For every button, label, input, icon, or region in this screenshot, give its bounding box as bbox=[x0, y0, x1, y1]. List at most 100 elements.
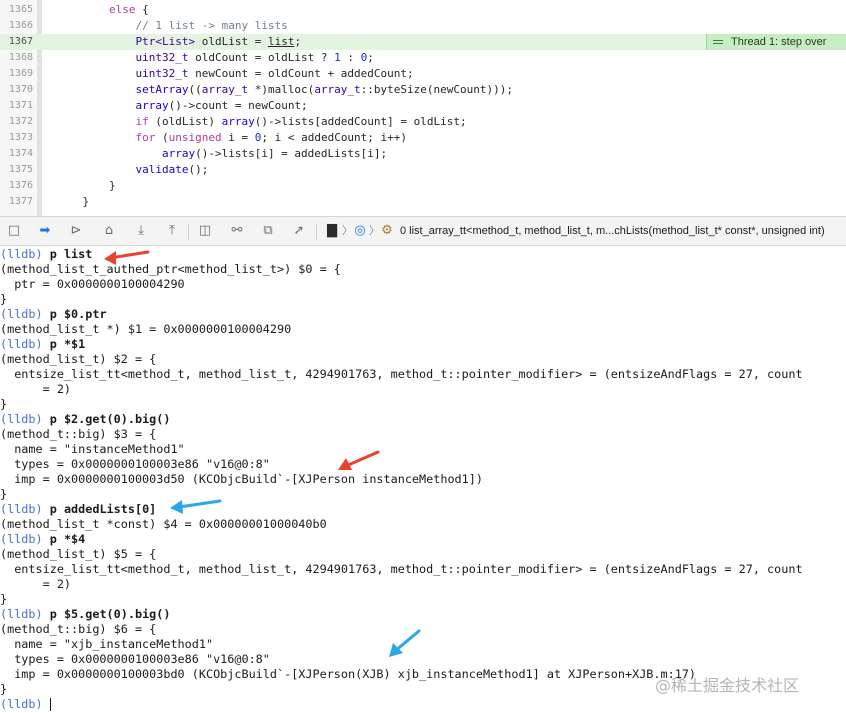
line-number[interactable]: 1372 bbox=[0, 114, 33, 130]
output-text: = 2) bbox=[0, 577, 72, 591]
code-token: (( bbox=[188, 83, 202, 96]
output-text: entsize_list_tt<method_t, method_list_t,… bbox=[0, 562, 803, 576]
output-text: } bbox=[0, 397, 8, 411]
code-token: newCount = oldCount + addedCount; bbox=[188, 67, 414, 80]
line-number[interactable]: 1376 bbox=[0, 178, 33, 194]
output-text: } bbox=[0, 592, 8, 606]
code-token: // 1 list -> many lists bbox=[135, 19, 288, 32]
memory-graph-icon[interactable]: ⚯ bbox=[228, 222, 246, 240]
output-text: entsize_list_tt<method_t, method_list_t,… bbox=[0, 367, 803, 381]
console-output-line: = 2) bbox=[0, 382, 71, 397]
continue-icon[interactable]: ⊳ bbox=[67, 222, 85, 240]
output-text: (method_list_t) $5 = { bbox=[0, 547, 157, 561]
code-text: uint32_t newCount = oldCount + addedCoun… bbox=[56, 66, 414, 82]
code-token: { bbox=[135, 3, 149, 16]
code-token: : bbox=[340, 51, 361, 64]
code-token: uint32_t bbox=[135, 67, 189, 80]
output-text: (method_list_t_authed_ptr<method_list_t>… bbox=[0, 262, 341, 276]
console-command-line: (lldb) p addedLists[0] bbox=[0, 502, 156, 517]
console-output-line: = 2) bbox=[0, 577, 71, 592]
code-token: array bbox=[135, 99, 169, 112]
code-token: i = bbox=[221, 131, 255, 144]
output-text: } bbox=[0, 682, 8, 696]
hide-debug-area-icon[interactable]: □ bbox=[5, 222, 23, 240]
line-number[interactable]: 1373 bbox=[0, 130, 33, 146]
output-text: name = "instanceMethod1" bbox=[0, 442, 185, 456]
blue-arrow-annotation-1 bbox=[170, 499, 222, 514]
output-text: = 2) bbox=[0, 382, 72, 396]
output-text: } bbox=[0, 487, 8, 501]
line-number[interactable]: 1369 bbox=[0, 66, 33, 82]
lldb-command: p *$1 bbox=[49, 337, 86, 351]
line-number[interactable]: 1365 bbox=[0, 2, 33, 18]
queue-icon[interactable]: ◎ bbox=[351, 222, 369, 240]
console-output-line: } bbox=[0, 487, 7, 502]
line-number[interactable]: 1367 bbox=[0, 34, 33, 50]
lldb-command: p $0.ptr bbox=[49, 307, 107, 321]
debug-view-hierarchy-icon[interactable]: ◫ bbox=[196, 222, 214, 240]
code-line: 1375 validate(); bbox=[0, 162, 846, 178]
line-number[interactable]: 1374 bbox=[0, 146, 33, 162]
lldb-prompt: (lldb) bbox=[0, 307, 43, 321]
code-token: uint32_t bbox=[135, 51, 189, 64]
code-token: array_t bbox=[201, 83, 249, 96]
console-output-line: } bbox=[0, 397, 7, 412]
breakpoints-toggle-icon[interactable]: ➡ bbox=[36, 222, 54, 240]
code-token: (); bbox=[188, 163, 209, 176]
code-token: Ptr<List> bbox=[135, 35, 196, 48]
console-command-line: (lldb) p $5.get(0).big() bbox=[0, 607, 170, 622]
simulate-location-icon[interactable]: ➚ bbox=[290, 222, 308, 240]
code-token: } bbox=[56, 195, 90, 208]
code-token: array bbox=[161, 147, 196, 160]
line-number[interactable]: 1371 bbox=[0, 98, 33, 114]
console-output-line: (method_t::big) $6 = { bbox=[0, 622, 156, 637]
line-number[interactable]: 1377 bbox=[0, 194, 33, 210]
line-number[interactable]: 1375 bbox=[0, 162, 33, 178]
blue-arrow-annotation-2 bbox=[389, 629, 421, 657]
console-output-line: (method_list_t_authed_ptr<method_list_t>… bbox=[0, 262, 341, 277]
console-output-line: entsize_list_tt<method_t, method_list_t,… bbox=[0, 367, 803, 382]
thread-status-badge[interactable]: Thread 1: step over bbox=[706, 34, 846, 50]
code-text: if (oldList) array()->lists[addedCount] … bbox=[56, 114, 466, 130]
code-token: ; bbox=[367, 51, 374, 64]
code-line: 1371 array()->count = newCount; bbox=[0, 98, 846, 114]
debug-toolbar: □ ➡ ⊳ ⌂ ⤓ ⤒ ◫ ⚯ ⧉ ➚ ▇ 〉 ◎ 〉 ⚙ 0 list_arr… bbox=[0, 216, 846, 246]
step-over-icon[interactable]: ⌂ bbox=[100, 222, 118, 240]
line-number[interactable]: 1368 bbox=[0, 50, 33, 66]
console-command-line: (lldb) p *$1 bbox=[0, 337, 85, 352]
stack-frame-icon[interactable]: ⚙ bbox=[378, 222, 396, 240]
console-command-line: (lldb) bbox=[0, 697, 50, 712]
line-number[interactable]: 1370 bbox=[0, 82, 33, 98]
lldb-command: p addedLists[0] bbox=[49, 502, 157, 516]
stack-frame-label[interactable]: 0 list_array_tt<method_t, method_list_t,… bbox=[400, 217, 825, 245]
code-token: list bbox=[267, 35, 295, 48]
output-text: (method_list_t) $2 = { bbox=[0, 352, 157, 366]
source-editor[interactable]: 1365 else {1366 // 1 list -> many lists 1… bbox=[0, 0, 846, 216]
watermark: @稀土掘金技术社区 bbox=[655, 676, 800, 695]
thread-icon[interactable]: ▇ bbox=[323, 222, 341, 240]
code-token: ::byteSize(newCount))); bbox=[360, 83, 513, 96]
step-into-icon[interactable]: ⤓ bbox=[132, 222, 150, 240]
lldb-command: p *$4 bbox=[49, 532, 86, 546]
output-text: (method_list_t *const) $4 = 0x0000000100… bbox=[0, 517, 327, 531]
code-text: array()->count = newCount; bbox=[56, 98, 307, 114]
environment-overrides-icon[interactable]: ⧉ bbox=[259, 222, 277, 240]
output-text: types = 0x0000000100003e86 "v16@0:8" bbox=[0, 457, 270, 471]
console-output-line: types = 0x0000000100003e86 "v16@0:8" bbox=[0, 652, 270, 667]
code-line: 1369 uint32_t newCount = oldCount + adde… bbox=[0, 66, 846, 82]
text-cursor bbox=[50, 698, 51, 711]
code-line: 1377 } bbox=[0, 194, 846, 210]
console-output-line: } bbox=[0, 292, 7, 307]
line-number[interactable]: 1366 bbox=[0, 18, 33, 34]
lldb-prompt: (lldb) bbox=[0, 502, 43, 516]
step-out-icon[interactable]: ⤒ bbox=[163, 222, 181, 240]
code-text: validate(); bbox=[56, 162, 208, 178]
code-line: 1368 uint32_t oldCount = oldList ? 1 : 0… bbox=[0, 50, 846, 66]
